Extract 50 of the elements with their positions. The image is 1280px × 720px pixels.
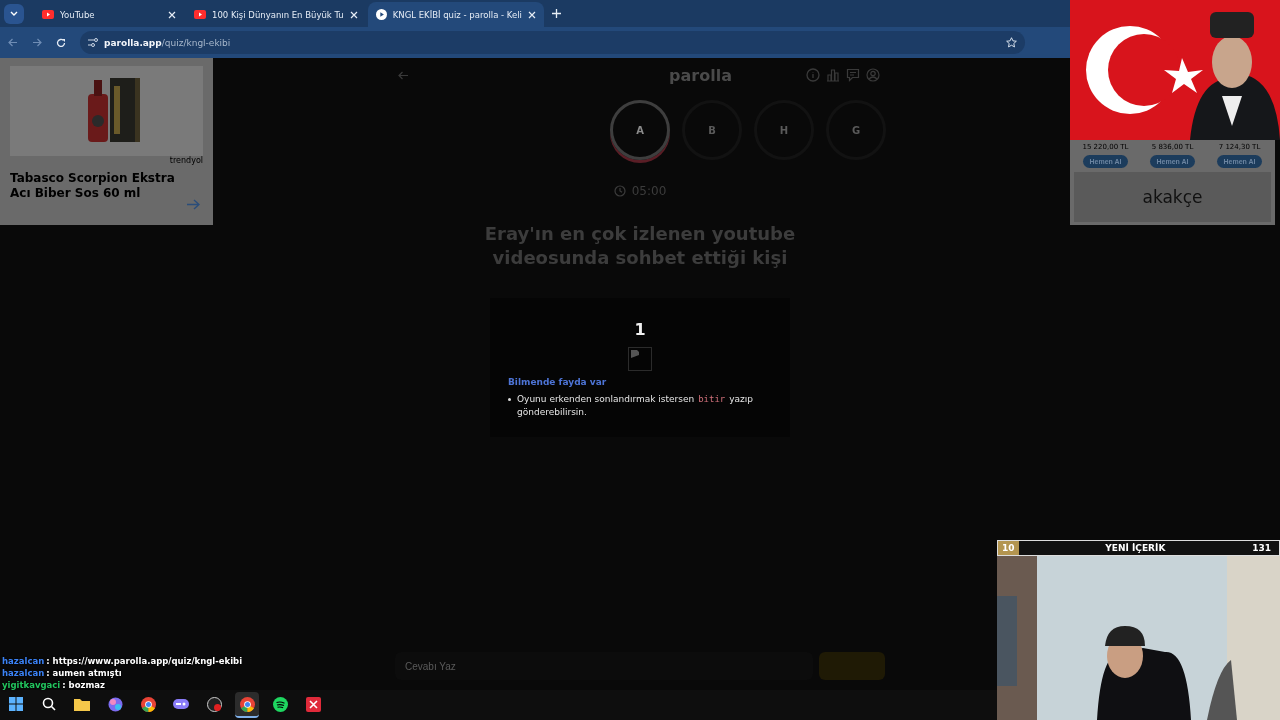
site-settings-icon[interactable] — [88, 38, 98, 47]
address-bar[interactable]: parolla.app/quiz/kngl-ekibi — [80, 31, 1025, 54]
count: 131 — [1252, 543, 1272, 553]
brand-logo: akakçe — [1074, 172, 1271, 222]
store-name: trendyol — [169, 156, 203, 165]
url-text: parolla.app/quiz/kngl-ekibi — [104, 37, 231, 48]
record-icon — [206, 696, 222, 712]
browser-tab[interactable]: 100 Kişi Dünyanın En Büyük Tu — [186, 2, 366, 27]
windows-icon — [9, 697, 23, 711]
folder-icon — [74, 697, 90, 711]
taskbar-app[interactable] — [235, 692, 259, 718]
letter-circle: G — [826, 100, 886, 160]
logo: parolla — [669, 65, 732, 85]
x-app-icon — [305, 696, 321, 712]
overlay-title: YENİ İÇERİK — [1104, 543, 1167, 553]
browser-tab[interactable]: KNGL EKİBİ quiz - parolla - Keli — [367, 2, 544, 27]
chrome-icon — [140, 696, 156, 712]
close-icon[interactable] — [349, 10, 358, 19]
star-icon[interactable] — [1006, 37, 1017, 48]
close-icon[interactable] — [527, 10, 536, 19]
new-tab-icon[interactable] — [551, 9, 561, 18]
back-icon[interactable] — [8, 38, 18, 47]
broken-image-icon — [628, 347, 652, 371]
letter-circle: B — [682, 100, 742, 160]
tip-title: Bilmende fayda var — [508, 377, 607, 387]
close-icon[interactable] — [168, 10, 176, 19]
chat-message: hazalcan : https://www.parolla.app/quiz/kngl-ekibi — [2, 656, 243, 666]
search-icon — [42, 697, 56, 711]
reload-icon[interactable] — [56, 37, 66, 48]
youtube-icon — [194, 10, 206, 19]
tab-menu-button[interactable] — [4, 3, 24, 24]
letter-circle: H — [754, 100, 814, 160]
chat-message: hazalcan : aumen atmıştı — [2, 668, 122, 678]
tip-text: Oyunu erkenden sonlandırmak istersen bitir yazıp gönderebilirsin. — [517, 393, 755, 419]
level-badge: 10 — [998, 541, 1019, 555]
chrome-icon — [239, 696, 255, 712]
youtube-icon — [42, 10, 54, 19]
chevron-down-icon — [10, 11, 18, 16]
spotify-icon — [272, 696, 288, 712]
product-title: Tabasco Scorpion Ekstra Acı Biber Sos 60 ml — [10, 171, 176, 201]
play-icon — [375, 9, 387, 20]
letter-circle: A — [610, 100, 670, 160]
forward-icon[interactable] — [32, 38, 42, 47]
clock-icon — [613, 185, 626, 197]
product-ad[interactable]: trendyol Tabasco Scorpion Ekstra Acı Biber Sos 60 ml — [0, 58, 213, 225]
gamepad-icon — [173, 697, 189, 711]
question-number: 1 — [634, 320, 646, 339]
browser-tab[interactable]: YouTube — [34, 2, 184, 27]
swirl-icon — [107, 696, 123, 712]
chat-message: yigitkavgaci : bozmaz — [2, 680, 105, 690]
